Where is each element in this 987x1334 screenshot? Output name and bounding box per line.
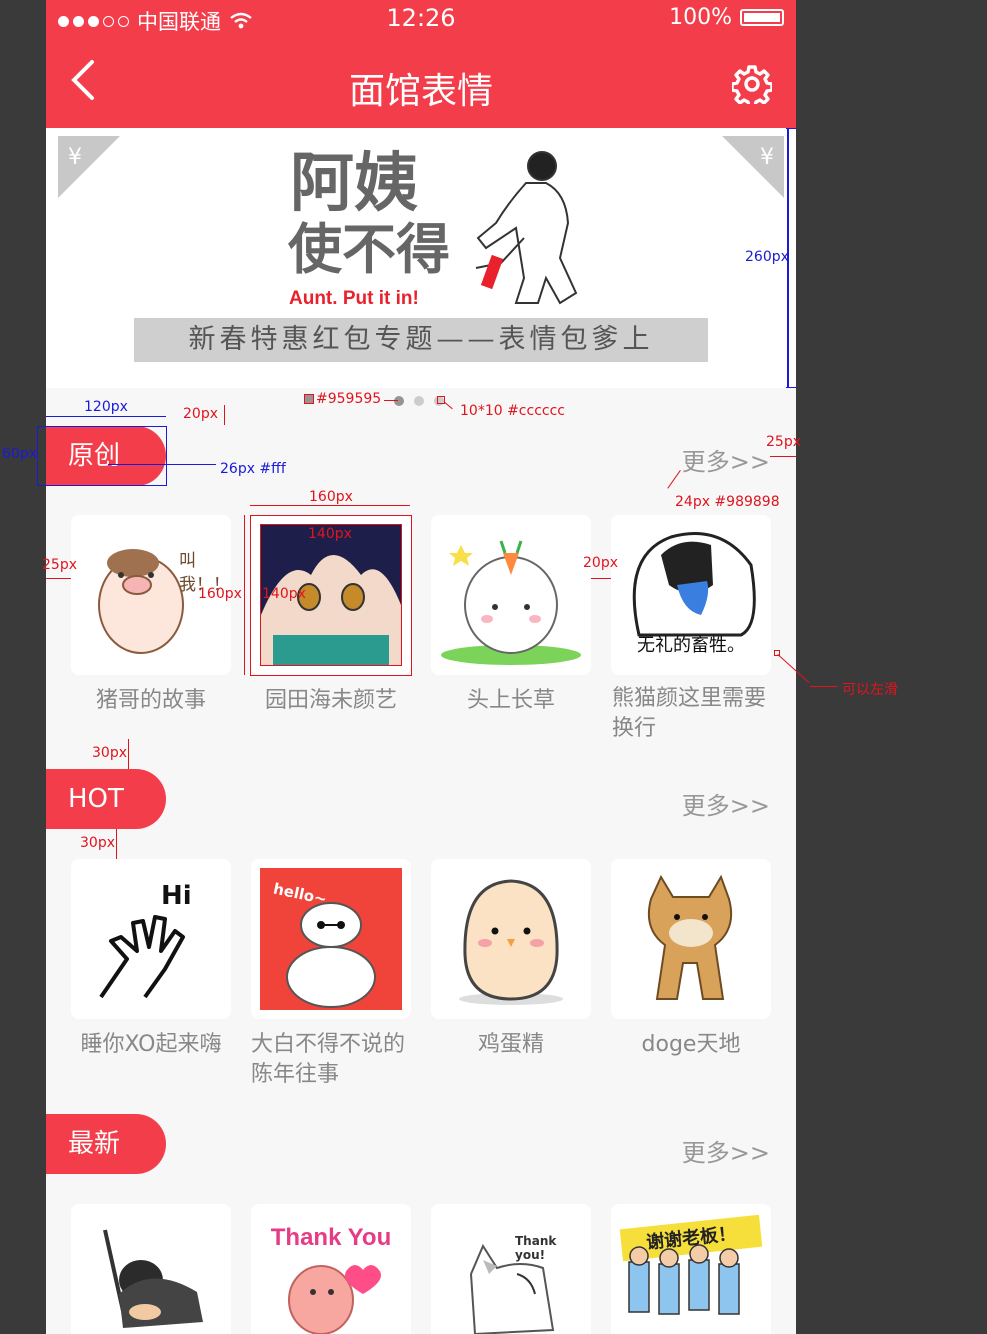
sticker-card[interactable] bbox=[611, 859, 771, 1019]
status-bar: 中国联通 12:26 100% bbox=[46, 0, 796, 38]
annotation-more-font: 24px #989898 bbox=[675, 494, 780, 510]
banner-title-line2: 使不得 bbox=[288, 218, 450, 281]
annotation-section-gap-bottom: 30px bbox=[80, 835, 115, 851]
sticker-title[interactable]: 头上长草 bbox=[421, 686, 601, 716]
hi-sticker-text: Hi bbox=[161, 881, 192, 911]
annotation-tag-width: 120px bbox=[84, 399, 128, 415]
annotation-line bbox=[46, 578, 71, 579]
cat-thank-you-sticker bbox=[469, 1243, 555, 1334]
annotation-tag-font: 26px #fff bbox=[220, 461, 286, 477]
sticker-title[interactable]: doge天地 bbox=[601, 1030, 781, 1060]
grass-sticker bbox=[441, 540, 581, 665]
sticker-card[interactable]: Thank You bbox=[251, 1204, 411, 1334]
more-link-new[interactable]: 更多>> bbox=[682, 1133, 770, 1168]
annotation-scroll-hint: 可以左滑 bbox=[842, 682, 898, 698]
svg-text:¥: ¥ bbox=[760, 145, 774, 170]
sticker-card[interactable]: 无礼的畜牲。 bbox=[611, 515, 771, 675]
banner-english: Aunt. Put it in! bbox=[289, 288, 419, 309]
battery-icon bbox=[740, 9, 784, 26]
section-tag-new: 最新 bbox=[46, 1114, 166, 1174]
annotation-line bbox=[46, 416, 166, 417]
annotation-line bbox=[224, 405, 225, 425]
banner-title-line1: 阿姨 bbox=[290, 147, 418, 221]
section-tag-hot: HOT bbox=[46, 769, 166, 829]
annotation-line bbox=[250, 505, 410, 506]
annotation-line bbox=[384, 400, 398, 401]
cat-thank-you-text: Thank you! bbox=[515, 1234, 557, 1262]
annotation-active-dot: #959595 bbox=[316, 391, 382, 407]
battery-percent: 100% bbox=[669, 5, 732, 30]
annotation-section-gap-top: 30px bbox=[92, 745, 127, 761]
annotation-card-height: 160px bbox=[198, 586, 242, 602]
sticker-title[interactable]: 熊猫颜这里需要换行 bbox=[612, 684, 772, 744]
annotation-right-margin: 25px bbox=[766, 434, 801, 450]
annotation-line bbox=[770, 456, 796, 457]
annotation-line bbox=[244, 515, 245, 675]
banner-carousel[interactable]: ¥ ¥ 阿姨 使不得 Aunt. Put it in! 新春特惠红包专题——表情… bbox=[46, 128, 796, 388]
annotation-left-margin: 25px bbox=[42, 557, 77, 573]
thank-you-text: Thank You bbox=[270, 1224, 392, 1251]
annotation-line bbox=[108, 464, 216, 465]
more-link-hot[interactable]: 更多>> bbox=[682, 786, 770, 821]
annotation-card-width: 160px bbox=[309, 489, 353, 505]
sticker-title[interactable]: 园田海未颜艺 bbox=[241, 686, 421, 716]
gear-icon[interactable] bbox=[732, 64, 772, 104]
pager-dot-active[interactable] bbox=[394, 396, 404, 406]
annotation-line bbox=[128, 739, 129, 769]
doge-sticker bbox=[647, 874, 733, 1000]
sticker-card[interactable]: Thank you! bbox=[431, 1204, 591, 1334]
egg-sticker bbox=[459, 879, 563, 1005]
annotation-card-gap: 20px bbox=[583, 555, 618, 571]
annotation-line bbox=[116, 829, 117, 859]
annotation-image-width: 140px bbox=[308, 526, 352, 542]
banner-subtitle: 新春特惠红包专题——表情包爹上 bbox=[134, 318, 708, 362]
sticker-title[interactable]: 猪哥的故事 bbox=[61, 686, 241, 716]
svg-text:¥: ¥ bbox=[68, 145, 82, 170]
annotation-banner-height: 260px bbox=[745, 249, 789, 265]
hi-hand-sticker bbox=[99, 915, 185, 999]
top-bar: 中国联通 12:26 100% 面馆表情 bbox=[46, 0, 796, 128]
annotation-inactive-dot: 10*10 #cccccc bbox=[460, 403, 565, 419]
annotation-box bbox=[37, 426, 167, 486]
pager-dot[interactable] bbox=[414, 396, 424, 406]
page-title: 面馆表情 bbox=[348, 71, 493, 112]
annotation-line bbox=[786, 128, 796, 129]
sticker-title[interactable]: 大白不得不说的陈年往事 bbox=[251, 1030, 416, 1090]
more-link-original[interactable]: 更多>> bbox=[682, 442, 770, 477]
sticker-title[interactable]: 鸡蛋精 bbox=[421, 1030, 601, 1060]
sticker-card[interactable] bbox=[431, 515, 591, 675]
sticker-card[interactable] bbox=[71, 1204, 231, 1334]
annotation-swatch bbox=[304, 394, 314, 404]
phone-screen: 中国联通 12:26 100% 面馆表情 ¥ ¥ 阿姨 使不得 Aunt. Pu… bbox=[46, 0, 796, 1334]
panda-sticker-text: 无礼的畜牲。 bbox=[637, 635, 745, 656]
ninja-sticker bbox=[103, 1229, 203, 1328]
annotation-tag-gap: 20px bbox=[183, 406, 218, 422]
annotation-line bbox=[786, 387, 796, 388]
sticker-card[interactable]: hello~ bbox=[251, 859, 411, 1019]
annotation-tag-height: 60px bbox=[2, 446, 37, 462]
annotation-line bbox=[810, 686, 838, 687]
sticker-title[interactable]: 睡你XO起来嗨 bbox=[61, 1030, 241, 1060]
sticker-card[interactable] bbox=[431, 859, 591, 1019]
annotation-image-height: 140px bbox=[262, 586, 306, 602]
sticker-card[interactable]: Hi bbox=[71, 859, 231, 1019]
annotation-line bbox=[591, 578, 611, 579]
sticker-card[interactable]: 谢谢老板！ bbox=[611, 1204, 771, 1334]
